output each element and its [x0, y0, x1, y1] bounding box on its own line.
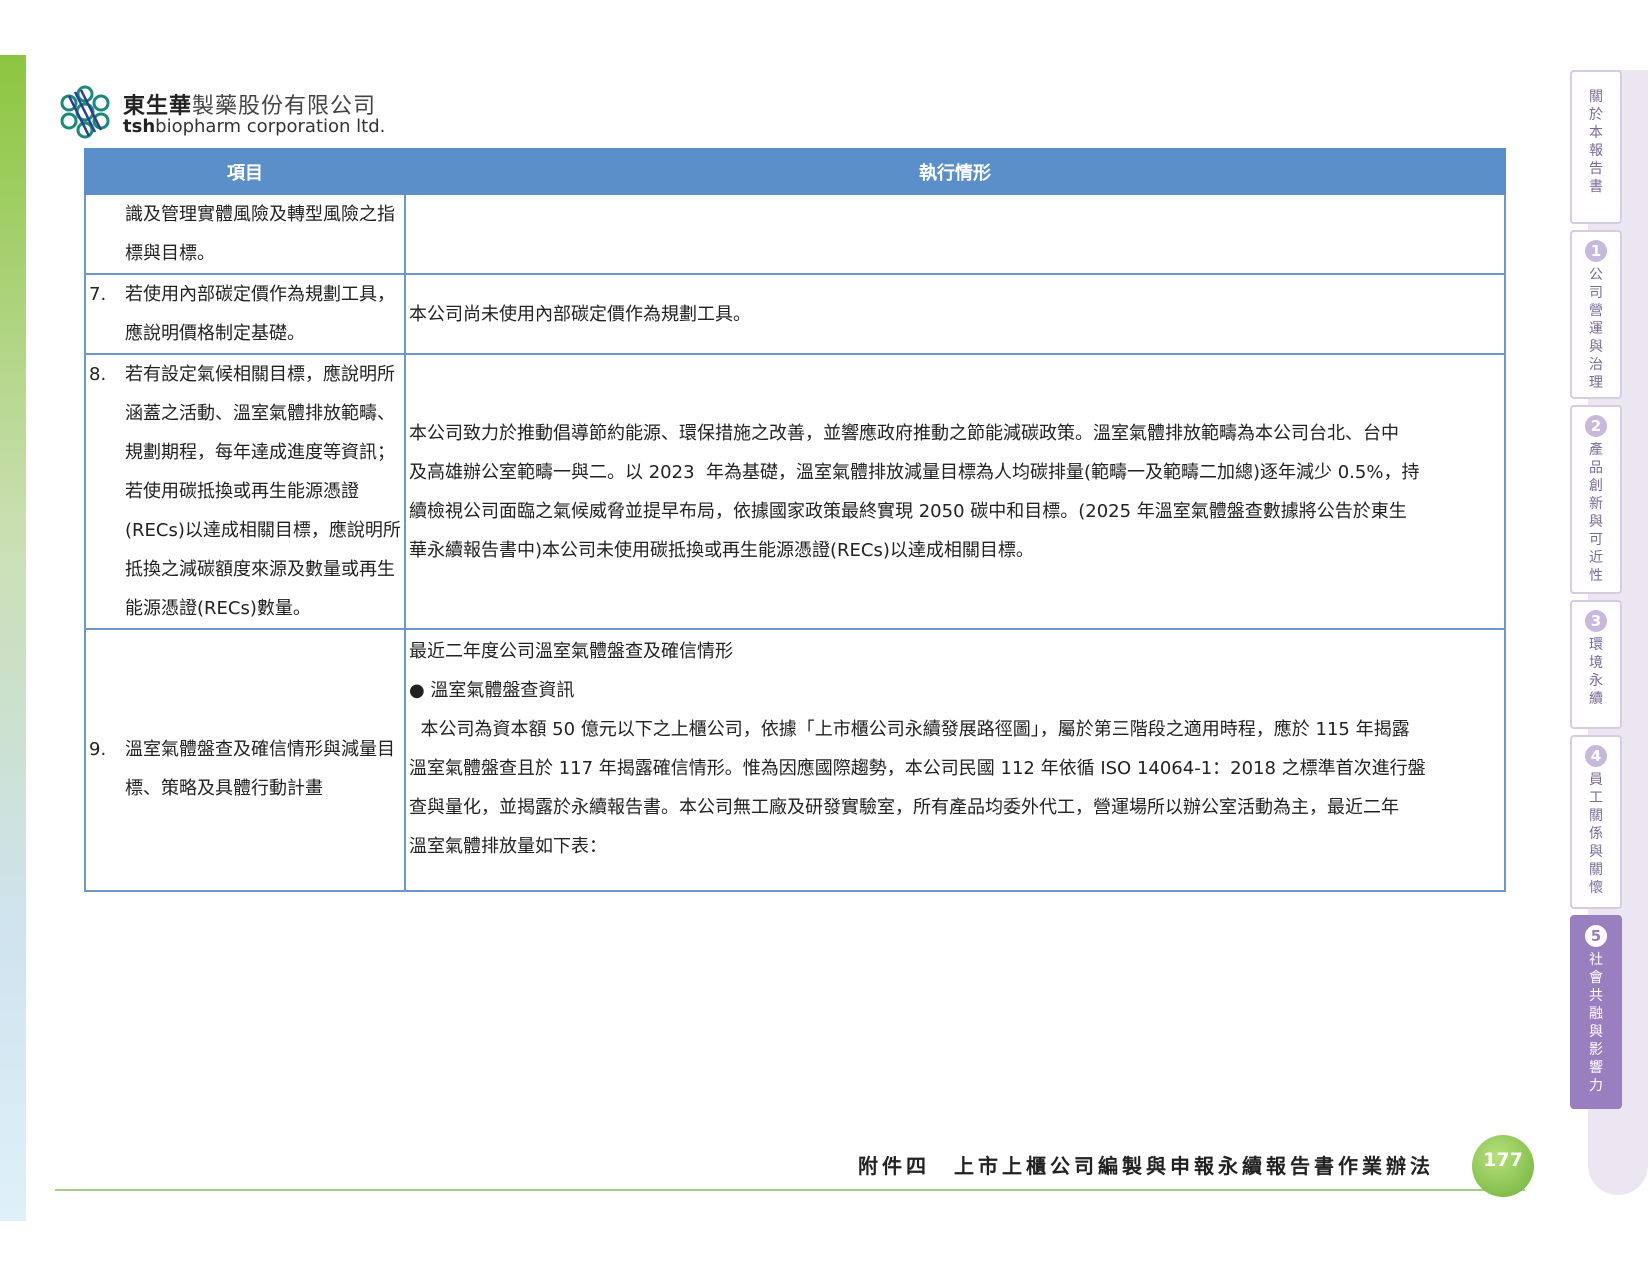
disclosure-table: 項目 執行情形 識及管理實體風險及轉型風險之指 標與目標。 7. 若使用內部碳定價作為…: [84, 148, 1506, 892]
item-number: 7.: [89, 284, 107, 305]
item-number: 9.: [89, 739, 107, 760]
execution-cell: 最近二年度公司溫室氣體盤查及確信情形 ● 溫室氣體盤查資訊 本公司為資本額 50 …: [404, 628, 1506, 892]
company-logo: 東生華製藥股份有限公司 tshbiopharm corporation ltd.: [55, 82, 385, 142]
nav-tab-5[interactable]: 5 社會共融與影響力: [1570, 915, 1622, 1109]
header-execution: 執行情形: [404, 148, 1506, 195]
item-text-line: 若有設定氣候相關目標，應說明所: [125, 364, 395, 385]
nav-tab-number: 2: [1585, 415, 1607, 437]
execution-text-line: 溫室氣體排放量如下表：: [409, 836, 607, 857]
table-row: 識及管理實體風險及轉型風險之指 標與目標。: [84, 193, 1506, 275]
nav-tab-number: 5: [1585, 925, 1607, 947]
item-text-line: 標、策略及具體行動計畫: [125, 778, 323, 799]
item-text-line: 標與目標。: [125, 243, 215, 264]
nav-tab-3[interactable]: 3 環境永續: [1570, 600, 1622, 729]
nav-tab-label: 社會共融與影響力: [1589, 952, 1603, 1094]
execution-cell: 本公司尚未使用內部碳定價作為規劃工具。: [404, 273, 1506, 355]
item-text-line: 規劃期程，每年達成進度等資訊；: [125, 442, 395, 463]
execution-text-line: 續檢視公司面臨之氣候威脅並提早布局，依據國家政策最終實現 2050 碳中和目標。…: [409, 500, 1407, 522]
nav-tab-4[interactable]: 4 員工關係與關懷: [1570, 735, 1622, 909]
nav-tab-0[interactable]: 關於本報告書: [1570, 70, 1622, 224]
item-text-line: 識及管理實體風險及轉型風險之指: [125, 204, 395, 225]
nav-tab-label: 公司營運與治理: [1589, 267, 1603, 391]
item-text-line: 涵蓋之活動、溫室氣體排放範疇、: [125, 403, 395, 424]
nav-tab-label: 關於本報告書: [1589, 89, 1603, 195]
item-text-line: 能源憑證(RECs)數量。: [125, 598, 311, 619]
footer-title: 附件四 上市上櫃公司編製與申報永續報告書作業辦法: [858, 1154, 1434, 1178]
execution-text-line: 查與量化，並揭露於永續報告書。本公司無工廠及研發實驗室，所有產品均委外代工，營運…: [409, 797, 1399, 818]
item-number: [89, 195, 125, 273]
item-text-line: 若使用碳抵換或再生能源憑證: [125, 481, 359, 502]
item-text-line: 應說明價格制定基礎。: [125, 323, 305, 344]
execution-text-line: 本公司尚未使用內部碳定價作為規劃工具。: [409, 303, 751, 325]
company-name-en: tshbiopharm corporation ltd.: [123, 116, 386, 137]
execution-text-line: ● 溫室氣體盤查資訊: [409, 680, 575, 701]
execution-text-line: 最近二年度公司溫室氣體盤查及確信情形: [409, 641, 733, 662]
nav-tab-number: 3: [1585, 610, 1607, 632]
item-text-line: 若使用內部碳定價作為規劃工具，: [125, 284, 395, 305]
execution-text-line: 本公司為資本額 50 億元以下之上櫃公司，依據「上市櫃公司永續發展路徑圖」，屬於…: [409, 719, 1410, 740]
item-text-line: 抵換之減碳額度來源及數量或再生: [125, 559, 395, 580]
item-cell: 識及管理實體風險及轉型風險之指 標與目標。: [84, 193, 406, 275]
execution-text-line: 溫室氣體盤查且於 117 年揭露確信情形。惟為因應國際趨勢，本公司民國 112 …: [409, 758, 1426, 779]
table-header-row: 項目 執行情形: [84, 148, 1506, 195]
item-number: 8.: [89, 364, 107, 385]
footer-divider: [55, 1189, 1525, 1191]
execution-cell: [404, 193, 1506, 275]
nav-tab-1[interactable]: 1 公司營運與治理: [1570, 230, 1622, 399]
nav-tab-label: 環境永續: [1589, 637, 1603, 707]
item-cell: 7. 若使用內部碳定價作為規劃工具， 應說明價格制定基礎。: [84, 273, 406, 355]
execution-text-line: 華永續報告書中)本公司未使用碳抵換或再生能源憑證(RECs)以達成相關目標。: [409, 539, 1034, 561]
item-cell: 8. 若有設定氣候相關目標，應說明所 涵蓋之活動、溫室氣體排放範疇、 規劃期程，每年達…: [84, 353, 406, 630]
item-text-line: (RECs)以達成相關目標，應說明所: [125, 520, 401, 541]
left-decorative-bar: [0, 55, 26, 1221]
execution-cell: 本公司致力於推動倡導節約能源、環保措施之改善，並響應政府推動之節能減碳政策。溫室…: [404, 353, 1506, 630]
nav-tab-label: 員工關係與關懷: [1589, 772, 1603, 896]
nav-tab-label: 產品創新與可近性: [1589, 442, 1603, 584]
page-number: 177: [1472, 1135, 1534, 1197]
table-row: 9. 溫室氣體盤查及確信情形與減量目 標、策略及具體行動計畫 最近二年度公司溫室氣體盤…: [84, 628, 1506, 892]
nav-tab-2[interactable]: 2 產品創新與可近性: [1570, 405, 1622, 594]
table-row: 7. 若使用內部碳定價作為規劃工具， 應說明價格制定基礎。 本公司尚未使用內部碳定價作…: [84, 273, 1506, 355]
logo-icon: [60, 85, 110, 139]
item-cell: 9. 溫室氣體盤查及確信情形與減量目 標、策略及具體行動計畫: [84, 628, 406, 892]
execution-text-line: 及高雄辦公室範疇一與二。以 2023 年為基礎，溫室氣體排放減量目標為人均碳排量…: [409, 461, 1420, 483]
item-text-line: 溫室氣體盤查及確信情形與減量目: [125, 739, 395, 760]
table-row: 8. 若有設定氣候相關目標，應說明所 涵蓋之活動、溫室氣體排放範疇、 規劃期程，每年達…: [84, 353, 1506, 630]
nav-tab-number: 1: [1585, 240, 1607, 262]
header-item: 項目: [84, 148, 406, 195]
execution-text-line: 本公司致力於推動倡導節約能源、環保措施之改善，並響應政府推動之節能減碳政策。溫室…: [409, 422, 1399, 444]
nav-tab-number: 4: [1585, 745, 1607, 767]
